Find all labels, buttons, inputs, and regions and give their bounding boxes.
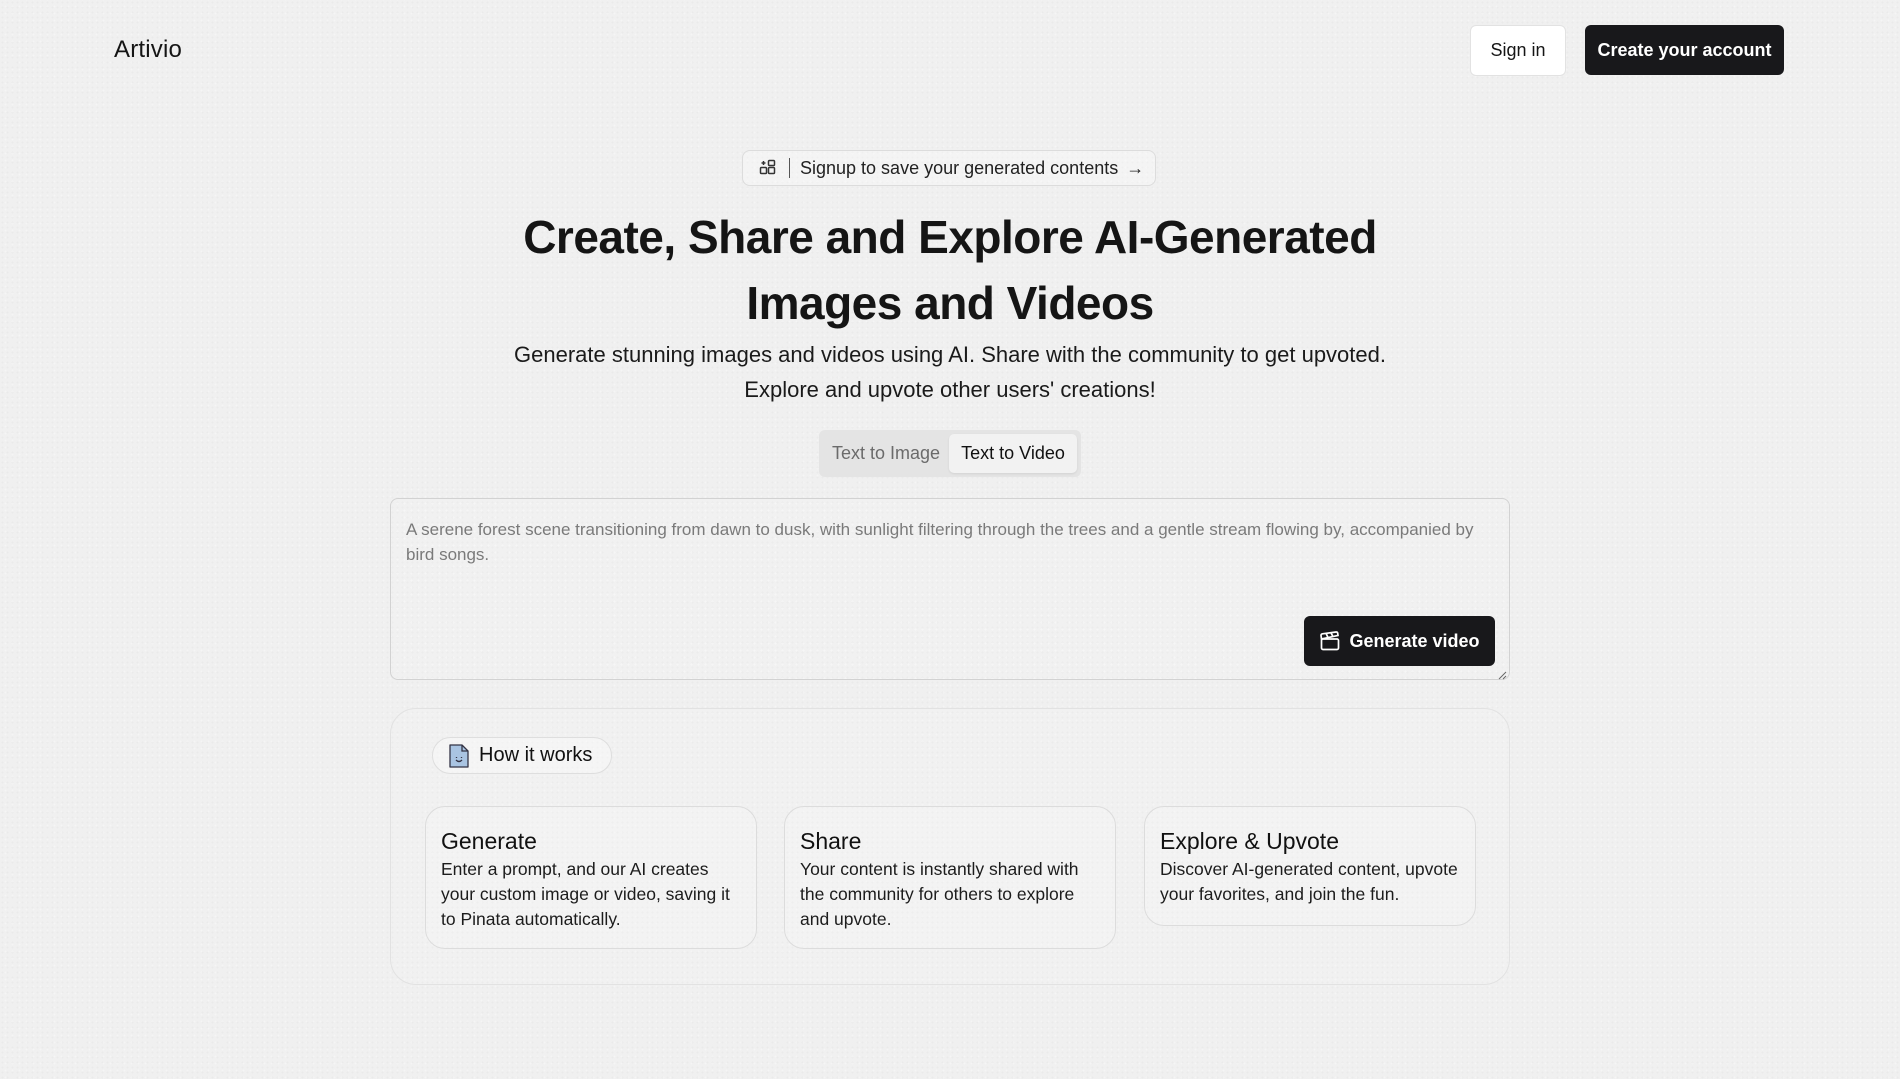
card-share: Share Your content is instantly shared w… — [784, 806, 1116, 949]
card-text: Enter a prompt, and our AI creates your … — [441, 859, 730, 929]
how-it-works-badge: How it works — [432, 737, 612, 774]
card-title: Generate — [441, 828, 537, 854]
create-account-button[interactable]: Create your account — [1585, 25, 1784, 75]
logo[interactable]: Artivio — [114, 36, 182, 64]
generate-label: Generate video — [1349, 630, 1480, 651]
grid-plus-icon — [759, 159, 777, 177]
card-generate: Generate Enter a prompt, and our AI crea… — [425, 806, 757, 949]
document-smile-icon — [447, 743, 471, 769]
arrow-right-icon: → — [1126, 157, 1145, 178]
tab-text-to-image[interactable]: Text to Image — [823, 434, 949, 473]
card-title: Share — [800, 828, 862, 854]
card-text: Discover AI-generated content, upvote yo… — [1160, 859, 1458, 904]
mode-tabs: Text to Image Text to Video — [819, 430, 1081, 477]
hero-subtitle: Generate stunning images and videos usin… — [450, 337, 1450, 407]
sign-in-button[interactable]: Sign in — [1470, 25, 1566, 76]
card-title: Explore & Upvote — [1160, 828, 1339, 854]
resize-handle-icon[interactable] — [1497, 667, 1507, 680]
how-it-works-label: How it works — [479, 744, 593, 766]
subtitle-line-1: Generate stunning images and videos usin… — [514, 342, 1386, 367]
banner-divider — [789, 158, 790, 178]
generate-video-button[interactable]: Generate video — [1304, 616, 1495, 666]
signup-banner[interactable]: Signup to save your generated contents → — [742, 150, 1156, 186]
clapperboard-icon — [1319, 630, 1341, 652]
page-title: Create, Share and Explore AI-Generated I… — [523, 211, 1377, 329]
card-text: Your content is instantly shared with th… — [800, 859, 1079, 929]
banner-label: Signup to save your generated contents — [800, 157, 1119, 178]
tab-text-to-video[interactable]: Text to Video — [949, 434, 1077, 473]
subtitle-line-2: Explore and upvote other users' creation… — [744, 377, 1156, 402]
card-explore-upvote: Explore & Upvote Discover AI-generated c… — [1144, 806, 1476, 926]
